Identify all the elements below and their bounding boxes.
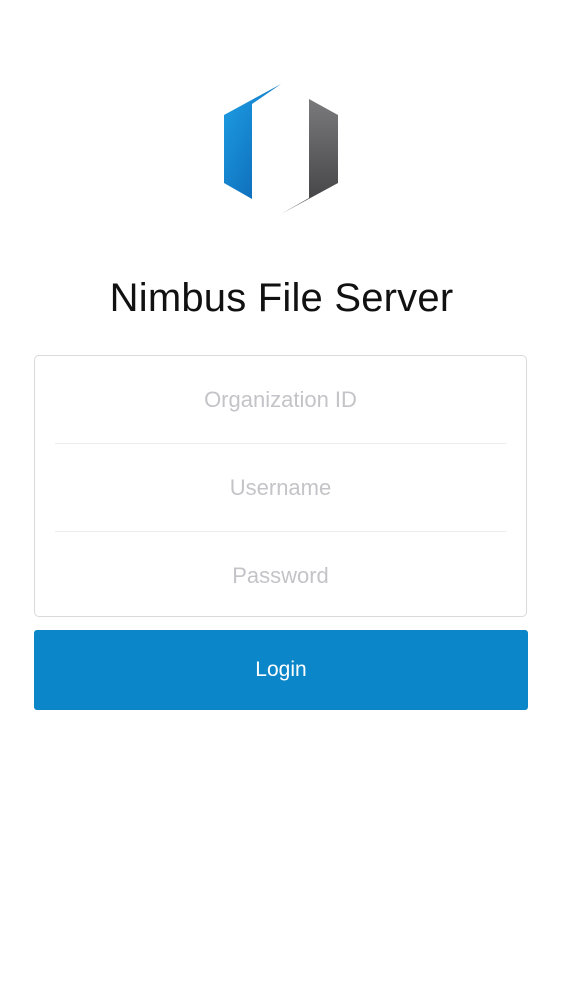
login-button[interactable]: Login [34,630,528,710]
organization-id-input[interactable] [35,356,526,443]
app-title: Nimbus File Server [109,276,454,320]
username-row [35,444,526,531]
login-form [34,355,527,619]
username-input[interactable] [35,444,526,531]
password-row [35,532,526,619]
password-input[interactable] [35,532,526,619]
organization-id-row [35,356,526,443]
nimbus-logo-icon [224,84,338,214]
